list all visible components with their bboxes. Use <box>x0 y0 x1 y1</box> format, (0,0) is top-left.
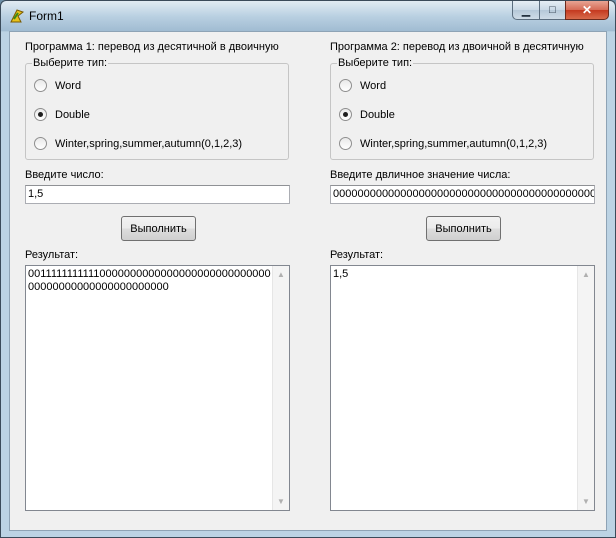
minimize-button[interactable]: ▁ <box>512 1 539 20</box>
program1-option-double[interactable]: Double <box>34 108 90 121</box>
program2-result-label: Результат: <box>330 249 384 261</box>
delphi-app-icon <box>10 9 25 23</box>
program1-result-text: 0011111111111000000000000000000000000000… <box>28 268 271 293</box>
program2-binary-input[interactable]: 0000000000000000000000000000000000000000… <box>330 185 595 204</box>
program2-heading: Программа 2: перевод из двоичной в десят… <box>330 41 584 53</box>
scroll-up-arrow-icon[interactable]: ▲ <box>273 266 289 283</box>
program1-option-word[interactable]: Word <box>34 79 81 92</box>
maximize-icon: □ <box>549 4 556 16</box>
program1-option-label: Double <box>55 108 90 121</box>
radio-checked-icon[interactable] <box>34 108 47 121</box>
program1-result-scrollbar[interactable]: ▲ ▼ <box>272 266 289 510</box>
form1-window: Form1 ▁ □ ✕ Программа 1: перевод из деся… <box>0 0 616 538</box>
program1-input-label: Введите число: <box>25 169 104 181</box>
program2-option-label: Word <box>360 79 387 92</box>
radio-checked-icon[interactable] <box>339 108 352 121</box>
program2-option-label: Winter,spring,summer,autumn(0,1,2,3) <box>360 137 548 150</box>
program2-result-text: 1,5 <box>333 268 349 280</box>
radio-icon[interactable] <box>339 137 352 150</box>
radio-icon[interactable] <box>339 79 352 92</box>
program2-option-double[interactable]: Double <box>339 108 395 121</box>
caption-buttons: ▁ □ ✕ <box>512 1 609 21</box>
title-bar[interactable]: Form1 ▁ □ ✕ <box>1 1 615 31</box>
program1-heading: Программа 1: перевод из десятичной в дво… <box>25 41 279 53</box>
program1-option-seasons[interactable]: Winter,spring,summer,autumn(0,1,2,3) <box>34 137 242 150</box>
close-button[interactable]: ✕ <box>565 1 609 20</box>
program1-number-input[interactable]: 1,5 <box>25 185 290 204</box>
form-client-area: Программа 1: перевод из десятичной в дво… <box>9 31 607 531</box>
radio-icon[interactable] <box>34 79 47 92</box>
program1-type-group: Выберите тип: Word Double Winter,spring,… <box>25 57 289 160</box>
program2-input-label: Введите двличное значение числа: <box>330 169 511 181</box>
program2-type-group: Выберите тип: Word Double Winter,spring,… <box>330 57 594 160</box>
program2-execute-button[interactable]: Выполнить <box>426 216 501 241</box>
program1-execute-button[interactable]: Выполнить <box>121 216 196 241</box>
program1-result-label: Результат: <box>25 249 79 261</box>
program2-option-seasons[interactable]: Winter,spring,summer,autumn(0,1,2,3) <box>339 137 547 150</box>
window-title: Form1 <box>29 9 64 23</box>
scroll-down-arrow-icon[interactable]: ▼ <box>273 493 289 510</box>
program2-option-word[interactable]: Word <box>339 79 386 92</box>
close-icon: ✕ <box>581 3 593 17</box>
program1-option-label: Winter,spring,summer,autumn(0,1,2,3) <box>55 137 243 150</box>
program2-option-label: Double <box>360 108 395 121</box>
radio-icon[interactable] <box>34 137 47 150</box>
program1-result-memo[interactable]: 0011111111111000000000000000000000000000… <box>25 265 290 511</box>
program2-result-memo[interactable]: 1,5 ▲ ▼ <box>330 265 595 511</box>
scroll-up-arrow-icon[interactable]: ▲ <box>578 266 594 283</box>
program2-result-scrollbar[interactable]: ▲ ▼ <box>577 266 594 510</box>
program2-type-group-label: Выберите тип: <box>337 57 414 69</box>
program1-option-label: Word <box>55 79 82 92</box>
scroll-down-arrow-icon[interactable]: ▼ <box>578 493 594 510</box>
maximize-button[interactable]: □ <box>539 1 565 20</box>
program1-type-group-label: Выберите тип: <box>32 57 109 69</box>
minimize-icon: ▁ <box>521 4 531 17</box>
